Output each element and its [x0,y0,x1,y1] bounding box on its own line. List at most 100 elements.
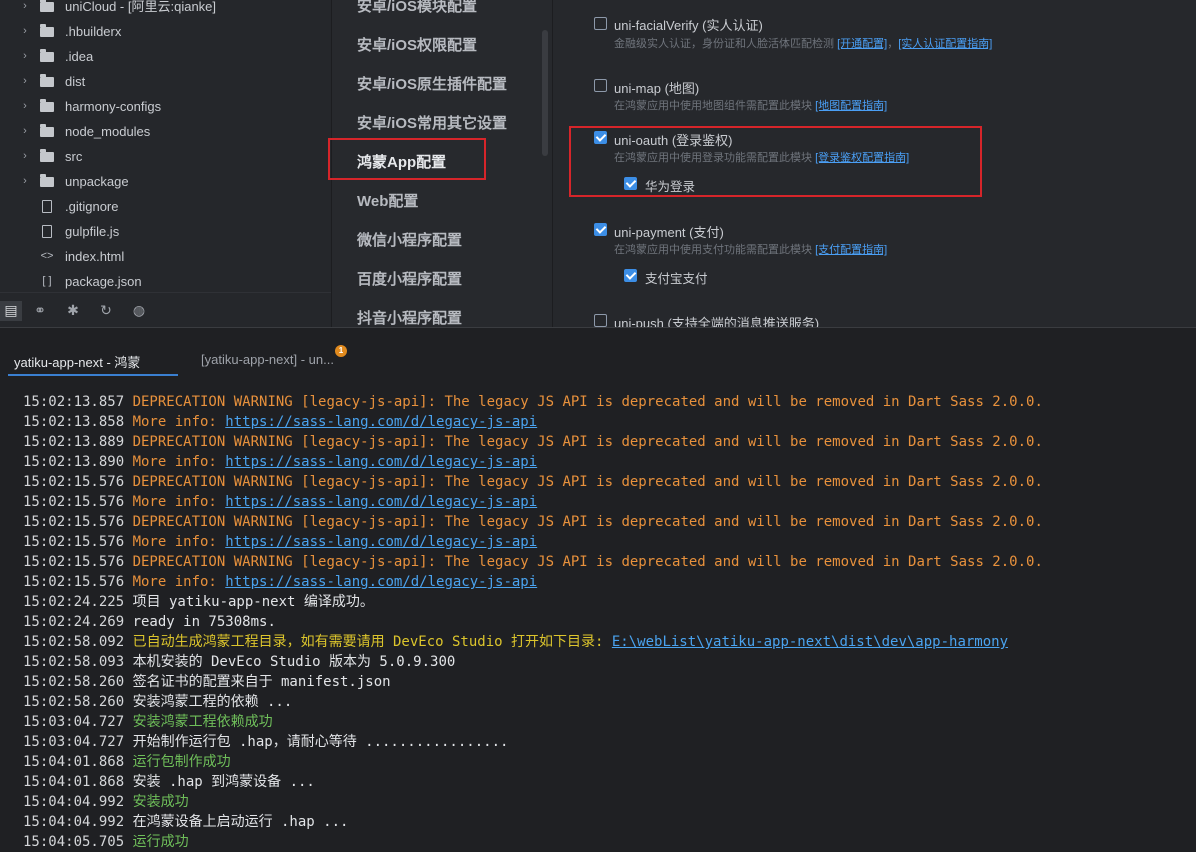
payment-checkbox[interactable] [594,223,607,236]
tree-item-label: package.json [65,274,142,289]
tab-second-console[interactable]: [yatiku-app-next] - un... [201,352,334,367]
payment-desc-text: 在鸿蒙应用中使用支付功能需配置此模块 [614,244,812,256]
log-link[interactable]: https://sass-lang.com/d/legacy-js-api [225,574,537,590]
log-timestamp: 15:04:04.992 [23,794,133,810]
tree-item[interactable]: › .idea [0,44,331,69]
log-message: More info: [132,574,226,590]
tree-item-label: .hbuilderx [65,24,122,39]
log-message: 已自动生成鸿蒙工程目录，如有需要请用 DevEco Studio 打开如下目录: [132,634,612,650]
log-link[interactable]: https://sass-lang.com/d/legacy-js-api [225,414,537,430]
tree-item-label: unpackage [65,174,129,189]
log-timestamp: 15:04:01.868 [23,754,133,770]
oauth-highlight-box [569,126,982,197]
alipay-label: 支付宝支付 [645,272,708,286]
log-timestamp: 15:02:15.576 [23,574,133,590]
log-link[interactable]: E:\webList\yatiku-app-next\dist\dev\app-… [612,634,1008,650]
tree-item[interactable]: ›gulpfile.js [0,219,331,244]
facial-verify-guide-link[interactable]: [实人认证配置指南] [898,38,992,50]
project-manager-icon[interactable]: ▤ [0,300,22,321]
log-message: DEPRECATION WARNING [legacy-js-api]: The… [132,394,1043,410]
tab-harmony-console[interactable]: yatiku-app-next - 鸿蒙 [14,352,140,371]
log-link[interactable]: https://sass-lang.com/d/legacy-js-api [225,494,537,510]
tree-item[interactable]: ›[ ]package.json [0,269,331,294]
nav-scrollbar[interactable] [542,30,548,156]
chevron-right-icon[interactable]: › [20,44,30,69]
log-timestamp: 15:02:15.576 [23,534,133,550]
active-tab-indicator [8,374,178,376]
folder-icon [40,23,54,39]
log-timestamp: 15:02:24.225 [23,594,133,610]
tree-item[interactable]: › unpackage [0,169,331,194]
chevron-right-icon[interactable]: › [20,94,30,119]
tree-item[interactable]: › dist [0,69,331,94]
binoculars-icon[interactable]: ⚭ [25,301,55,321]
log-link[interactable]: https://sass-lang.com/d/legacy-js-api [225,534,537,550]
push-checkbox[interactable] [594,314,607,327]
chevron-right-icon[interactable]: › [20,144,30,169]
log-message: More info: [132,454,226,470]
tree-item[interactable]: › .hbuilderx [0,19,331,44]
log-message: 运行包制作成功 [132,754,231,770]
facial-verify-open-config-link[interactable]: [开通配置] [837,38,887,50]
nav-item-android-ios-native-plugins[interactable]: 安卓/iOS原生插件配置 [357,73,507,94]
nav-selection-highlight [328,138,486,180]
log-timestamp: 15:02:15.576 [23,514,133,530]
explorer-toolbar: ▤ ⚭ ✱ ↻ ◍ [0,292,331,328]
bug-icon[interactable]: ✱ [58,301,88,321]
log-message: 安装成功 [132,794,189,810]
nav-item-weixin-mp[interactable]: 微信小程序配置 [357,229,462,250]
globe-icon[interactable]: ◍ [124,301,154,321]
log-line: 15:04:04.992 在鸿蒙设备上启动运行 .hap ... [23,812,1043,832]
payment-title: uni-payment (支付) [614,225,724,240]
chevron-right-icon[interactable]: › [20,169,30,194]
nav-item-web[interactable]: Web配置 [357,190,418,211]
log-timestamp: 15:02:13.890 [23,454,133,470]
map-guide-link[interactable]: [地图配置指南] [815,100,887,112]
tree-item[interactable]: › src [0,144,331,169]
facial-verify-desc: 金融级实人认证，身份证和人脸活体匹配检测 [开通配置]，[实人认证配置指南] [614,35,992,51]
log-link[interactable]: https://sass-lang.com/d/legacy-js-api [225,454,537,470]
log-timestamp: 15:02:15.576 [23,554,133,570]
payment-guide-link[interactable]: [支付配置指南] [815,244,887,256]
log-message: DEPRECATION WARNING [legacy-js-api]: The… [132,474,1043,490]
tree-item[interactable]: ›<>index.html [0,244,331,269]
log-message: More info: [132,414,226,430]
git-refresh-icon[interactable]: ↻ [91,301,121,321]
nav-item-android-ios-other-settings[interactable]: 安卓/iOS常用其它设置 [357,112,507,133]
log-timestamp: 15:04:04.992 [23,814,133,830]
nav-item-douyin-mp[interactable]: 抖音小程序配置 [357,307,462,327]
folder-icon [40,0,54,14]
tree-item[interactable]: › node_modules [0,119,331,144]
project-explorer: › uniCloud - [阿里云:qianke] › .hbuilderx › .ide… [0,0,331,328]
facial-verify-checkbox[interactable] [594,17,607,30]
log-line: 15:03:04.727 安装鸿蒙工程依赖成功 [23,712,1043,732]
chevron-right-icon[interactable]: › [20,19,30,44]
chevron-right-icon[interactable]: › [20,0,30,19]
log-message: 签名证书的配置来自于 manifest.json [132,674,391,690]
console-panel: yatiku-app-next - 鸿蒙 [yatiku-app-next] -… [0,327,1196,851]
nav-item-android-ios-modules[interactable]: 安卓/iOS模块配置 [357,0,477,16]
tree-item[interactable]: ›.gitignore [0,194,331,219]
json-file-icon: [ ] [42,275,52,287]
log-line: 15:02:15.576 More info: https://sass-lan… [23,532,1043,552]
log-line: 15:02:58.260 安装鸿蒙工程的依赖 ... [23,692,1043,712]
log-message: DEPRECATION WARNING [legacy-js-api]: The… [132,554,1043,570]
map-checkbox[interactable] [594,79,607,92]
log-line: 15:04:01.868 安装 .hap 到鸿蒙设备 ... [23,772,1043,792]
log-message: DEPRECATION WARNING [legacy-js-api]: The… [132,434,1043,450]
nav-item-android-ios-permissions[interactable]: 安卓/iOS权限配置 [357,34,477,55]
folder-icon [40,148,54,164]
map-desc: 在鸿蒙应用中使用地图组件需配置此模块 [地图配置指南] [614,97,887,113]
folder-icon [40,173,54,189]
nav-item-baidu-mp[interactable]: 百度小程序配置 [357,268,462,289]
file-icon [40,200,54,214]
chevron-right-icon[interactable]: › [20,119,30,144]
chevron-right-icon[interactable]: › [20,69,30,94]
tree-item[interactable]: › uniCloud - [阿里云:qianke] [0,0,331,19]
tree-item[interactable]: › harmony-configs [0,94,331,119]
alipay-checkbox[interactable] [624,269,637,282]
log-line: 15:04:01.868 运行包制作成功 [23,752,1043,772]
log-line: 15:02:15.576 DEPRECATION WARNING [legacy… [23,552,1043,572]
payment-desc: 在鸿蒙应用中使用支付功能需配置此模块 [支付配置指南] [614,241,887,257]
folder-icon [40,48,54,64]
